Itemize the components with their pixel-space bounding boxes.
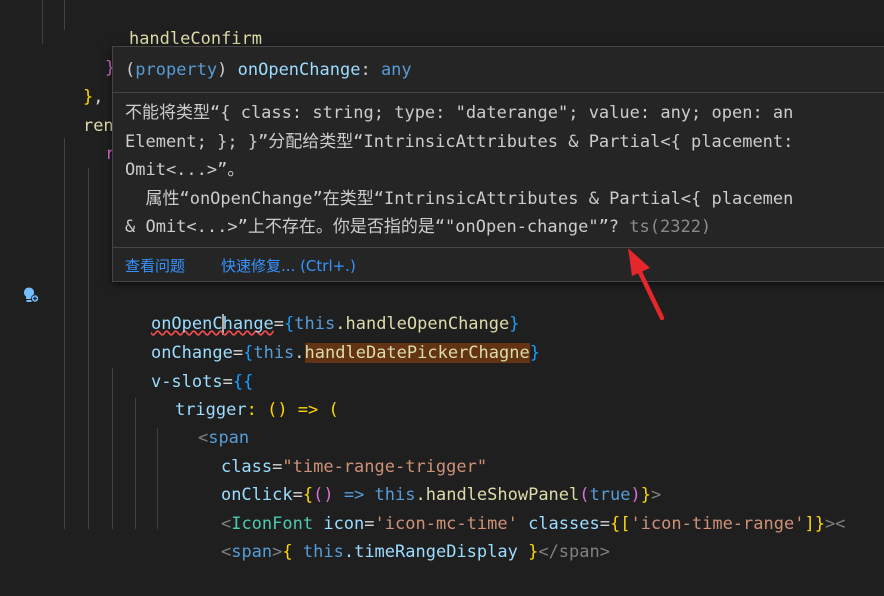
code-token: < [220,542,232,562]
code-line-onopenchange[interactable]: onOpenChange={this.handleOpenChange} [110,281,520,335]
code-token: >< [824,514,846,534]
code-token-highlighted: handleDatePickerChagne [304,343,530,363]
code-line[interactable]: handleConfirm [88,0,262,49]
code-line[interactable]: onClick={() => this.handleShowPanel(true… [180,452,661,505]
hover-divider [113,92,884,93]
code-token: } [517,542,539,562]
code-token: ]} [804,514,825,534]
code-token: </span> [538,542,610,562]
code-token: .timeRangeDisplay [343,542,518,562]
error-message-line: Element; }; }”分配给类型“IntrinsicAttributes … [125,131,794,152]
code-token: > [272,542,283,562]
code-line[interactable]: <span>{ this.timeRangeDisplay }</span> [180,509,610,562]
error-message-line: Omit<...>”。 [125,160,245,180]
code-token: . [294,343,305,363]
code-line[interactable]: v-slots={{ [110,339,253,392]
error-message-line: 属性“onOpenChange”在类型“IntrinsicAttributes … [125,188,794,209]
code-line[interactable]: class="time-range-trigger" [180,424,487,477]
code-token: this [253,343,295,363]
code-token: 'icon-time-range' [630,514,805,534]
hover-signature: (property) onOpenChange: any [125,57,412,83]
indent-guide [42,0,43,44]
sig-colon: : [360,60,381,80]
code-line[interactable]: }, [42,54,104,107]
hover-status-bar: 查看问题 快速修复... (Ctrl+.) [113,247,884,281]
sig-name: onOpenChange [237,60,361,80]
error-message-line: & Omit<...>”上不存在。你是否指的是“"onOpen-change"”… [125,213,884,242]
sig-paren: ( [125,60,136,80]
code-token: { [282,542,293,562]
code-token: this [292,542,344,562]
error-message: 不能将类型“{ class: string; type: "daterange"… [125,99,884,242]
code-line[interactable]: onChange={this.handleDatePickerChagne} [110,310,540,363]
code-token: span [231,542,273,562]
sig-kind: property [135,60,218,80]
view-problem-link[interactable]: 查看问题 [125,255,185,276]
error-message-line: 不能将类型“{ class: string; type: "daterange"… [125,103,794,123]
error-source-code: ts(2322) [629,217,712,237]
sig-type: any [380,60,412,80]
lightbulb-autofix-icon[interactable] [22,286,40,304]
quick-fix-link[interactable]: 快速修复... (Ctrl+.) [221,255,356,276]
code-token: {[ [609,514,631,534]
code-line[interactable]: <IconFont icon='icon-mc-time' classes={[… [180,481,845,534]
code-token: } [529,343,540,363]
code-line[interactable]: trigger: () => ( [134,367,339,420]
code-line[interactable]: <span [157,395,249,448]
hover-tooltip[interactable]: (property) onOpenChange: any 不能将类型“{ cla… [112,46,884,282]
code-line[interactable]: } [64,25,115,78]
code-token: : () => ( [246,400,339,420]
sig-paren: ) [217,60,238,80]
error-message-text: & Omit<...>”上不存在。你是否指的是“"onOpen-change"”… [125,217,630,237]
